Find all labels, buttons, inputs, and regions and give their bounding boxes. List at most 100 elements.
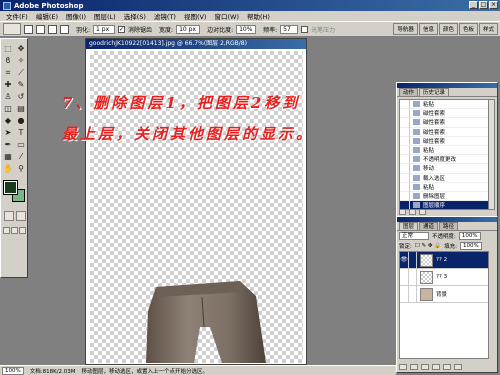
- notes-tool-icon[interactable]: ▦: [2, 151, 14, 162]
- history-scrollbar[interactable]: [488, 99, 495, 210]
- new-snapshot-icon[interactable]: [409, 209, 416, 215]
- intersect-selection-icon[interactable]: [60, 24, 69, 34]
- crop-tool-icon[interactable]: ⌗: [2, 67, 14, 78]
- well-tab-color[interactable]: 颜色: [438, 23, 458, 35]
- history-item[interactable]: 粘贴: [400, 145, 488, 156]
- standard-mode-icon[interactable]: [4, 211, 14, 221]
- history-item[interactable]: 载入选区: [400, 173, 488, 183]
- trash-icon[interactable]: [419, 209, 426, 215]
- well-tab-navigator[interactable]: 导航器: [393, 23, 418, 35]
- screen-mode-full-menu-icon[interactable]: [11, 227, 18, 234]
- menu-help[interactable]: 帮助(H): [243, 11, 274, 21]
- tab-actions[interactable]: 动作: [399, 88, 419, 96]
- marquee-tool-icon[interactable]: ⬚: [2, 43, 14, 54]
- menu-select[interactable]: 选择(S): [120, 11, 150, 21]
- history-item[interactable]: 粘贴: [400, 100, 488, 110]
- eraser-tool-icon[interactable]: ◫: [2, 103, 14, 114]
- subtract-selection-icon[interactable]: [48, 24, 57, 34]
- magic-wand-icon[interactable]: ✧: [15, 55, 27, 66]
- slice-tool-icon[interactable]: ⟋: [15, 67, 27, 78]
- gradient-tool-icon[interactable]: ▤: [15, 103, 27, 114]
- screen-mode-full-icon[interactable]: [19, 227, 26, 234]
- layers-list: 👁 ?? 2 ?? 3 背景: [399, 251, 489, 359]
- history-brush-icon[interactable]: ↺: [15, 91, 27, 102]
- menu-view[interactable]: 视图(V): [180, 11, 211, 21]
- blend-mode-select[interactable]: 正常: [399, 232, 429, 240]
- tab-paths[interactable]: 路径: [439, 222, 459, 230]
- lasso-tool-icon[interactable]: ϐ: [2, 55, 14, 66]
- magnetic-lasso-tool-preset[interactable]: [3, 23, 21, 35]
- contrast-input[interactable]: 10%: [236, 24, 257, 34]
- width-input[interactable]: 10 px: [176, 24, 201, 34]
- eye-icon-hidden[interactable]: [400, 269, 409, 285]
- color-swatches[interactable]: [3, 180, 26, 203]
- shape-tool-icon[interactable]: ▭: [15, 139, 27, 150]
- hand-tool-icon[interactable]: ✋: [2, 163, 14, 174]
- frequency-input[interactable]: 57: [280, 24, 299, 34]
- path-select-icon[interactable]: ➤: [2, 127, 14, 138]
- zoom-tool-icon[interactable]: ⚲: [15, 163, 27, 174]
- foreground-color[interactable]: [3, 180, 18, 195]
- antialias-checkbox[interactable]: ✓: [118, 25, 126, 33]
- well-tab-info[interactable]: 信息: [418, 23, 438, 35]
- screen-mode-standard-icon[interactable]: [3, 227, 10, 234]
- history-item[interactable]: 磁性套索: [400, 136, 488, 146]
- link-icon[interactable]: [409, 269, 417, 285]
- well-tab-swatches[interactable]: 色板: [458, 23, 478, 35]
- lock-icons[interactable]: ☐ ✎ ✥ 🔒: [415, 243, 441, 249]
- history-item[interactable]: 不透明度更改: [400, 154, 488, 165]
- layer-row[interactable]: 背景: [400, 286, 488, 303]
- link-icon[interactable]: [409, 286, 417, 302]
- well-tab-styles[interactable]: 样式: [478, 23, 498, 35]
- history-item[interactable]: 磁性套索: [400, 127, 488, 137]
- history-item[interactable]: 磁性套索: [400, 108, 488, 119]
- menu-window[interactable]: 窗口(W): [210, 11, 243, 21]
- opacity-input[interactable]: 100%: [458, 232, 481, 240]
- add-selection-icon[interactable]: [36, 24, 45, 34]
- history-item[interactable]: 删除图层: [400, 191, 488, 202]
- menu-image[interactable]: 图像(I): [62, 11, 90, 21]
- pressure-checkbox[interactable]: [301, 25, 309, 33]
- new-layer-icon[interactable]: [443, 364, 451, 370]
- minimize-icon[interactable]: _: [469, 1, 478, 9]
- history-item[interactable]: 移动: [400, 163, 488, 174]
- trash-icon[interactable]: [454, 364, 462, 370]
- eyedropper-icon[interactable]: ⁄: [15, 151, 27, 162]
- new-document-icon[interactable]: [399, 209, 406, 215]
- layer-style-icon[interactable]: [399, 364, 407, 370]
- tab-layers[interactable]: 图层: [399, 222, 419, 230]
- tab-history[interactable]: 历史记录: [419, 88, 450, 96]
- move-tool-icon[interactable]: ✥: [15, 43, 27, 54]
- history-item[interactable]: 粘贴: [400, 182, 488, 192]
- quick-mask-icon[interactable]: [16, 211, 26, 221]
- menu-layer[interactable]: 图层(L): [90, 11, 120, 21]
- pen-tool-icon[interactable]: ✒: [2, 139, 14, 150]
- brush-link-icon[interactable]: [409, 252, 417, 268]
- dodge-tool-icon[interactable]: ●: [15, 115, 27, 126]
- zoom-level[interactable]: 100%: [2, 366, 24, 375]
- eye-icon-hidden[interactable]: [400, 286, 409, 302]
- stamp-tool-icon[interactable]: ♙: [2, 91, 14, 102]
- brush-tool-icon[interactable]: ✎: [15, 79, 27, 90]
- history-item[interactable]: 磁性套索: [400, 117, 488, 128]
- adjustment-layer-icon[interactable]: [432, 364, 440, 370]
- healing-brush-icon[interactable]: ✚: [2, 79, 14, 90]
- maximize-icon[interactable]: □: [479, 1, 488, 9]
- layer-mask-icon[interactable]: [410, 364, 418, 370]
- layer-row[interactable]: ?? 3: [400, 269, 488, 286]
- close-icon[interactable]: ×: [489, 1, 498, 9]
- blur-tool-icon[interactable]: ◆: [2, 115, 14, 126]
- menu-edit[interactable]: 编辑(E): [32, 11, 62, 21]
- menu-file[interactable]: 文件(F): [2, 11, 32, 21]
- tab-channels[interactable]: 通道: [419, 222, 439, 230]
- layer-row[interactable]: 👁 ?? 2: [400, 252, 488, 269]
- menu-filter[interactable]: 滤镜(T): [150, 11, 180, 21]
- layer-set-icon[interactable]: [421, 364, 429, 370]
- type-tool-icon[interactable]: T: [15, 127, 27, 138]
- feather-input[interactable]: 1 px: [93, 24, 116, 34]
- menu-bar: 文件(F) 编辑(E) 图像(I) 图层(L) 选择(S) 滤镜(T) 视图(V…: [0, 11, 500, 21]
- fill-input[interactable]: 100%: [459, 242, 482, 250]
- window-controls: _ □ ×: [469, 1, 498, 9]
- eye-icon[interactable]: 👁: [400, 252, 409, 268]
- new-selection-icon[interactable]: [24, 24, 33, 34]
